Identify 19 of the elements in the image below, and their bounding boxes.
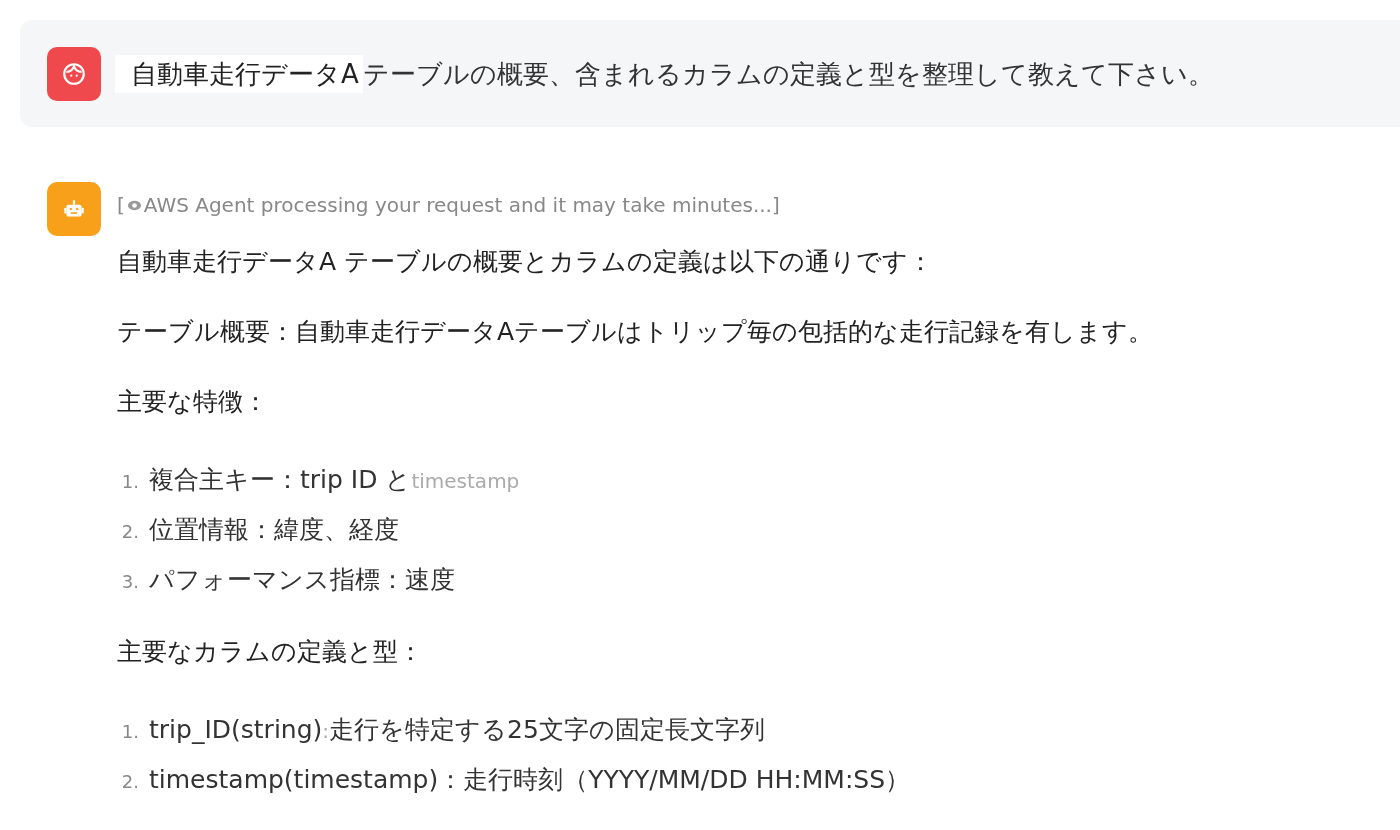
user-avatar-icon bbox=[47, 47, 101, 101]
paragraph-text: 主要なカラムの定義と型： bbox=[117, 636, 424, 668]
question-text: 自動車走行データAテーブルの概要、含まれるカラムの定義と型を整理して教えて下さい。 bbox=[115, 56, 1214, 92]
list-number: 1. bbox=[120, 720, 139, 744]
list-item-text: trip_ID(string):走行を特定する25文字の固定長文字列 bbox=[149, 714, 765, 746]
list-item-text: 位置情報：緯度、経度 bbox=[149, 514, 399, 546]
paragraph-text: 主要な特徴： bbox=[117, 386, 269, 418]
list-number: 2. bbox=[120, 520, 139, 544]
list-number: 1. bbox=[120, 470, 139, 494]
list-number: 3. bbox=[120, 570, 139, 594]
bracket-text: [ bbox=[117, 193, 125, 217]
list-item-text: timestamp(timestamp)：走行時刻（YYYY/MM/DD HH:MM:SS） bbox=[149, 764, 911, 796]
list-number: 2. bbox=[120, 770, 139, 794]
status-text: AWS Agent processing your request and it may take minutes...] bbox=[143, 193, 780, 217]
robot-avatar-icon bbox=[47, 182, 101, 236]
list-item-text: パフォーマンス指標：速度 bbox=[149, 564, 455, 596]
paragraph-text: テーブル概要：自動車走行データAテーブルはトリップ毎の包括的な走行記録を有します。 bbox=[117, 316, 1154, 348]
paragraph-text: 自動車走行データA テーブルの概要とカラムの定義は以下の通りです： bbox=[117, 246, 935, 278]
list-item-text: 複合主キー：trip ID と timestamp bbox=[149, 464, 520, 496]
